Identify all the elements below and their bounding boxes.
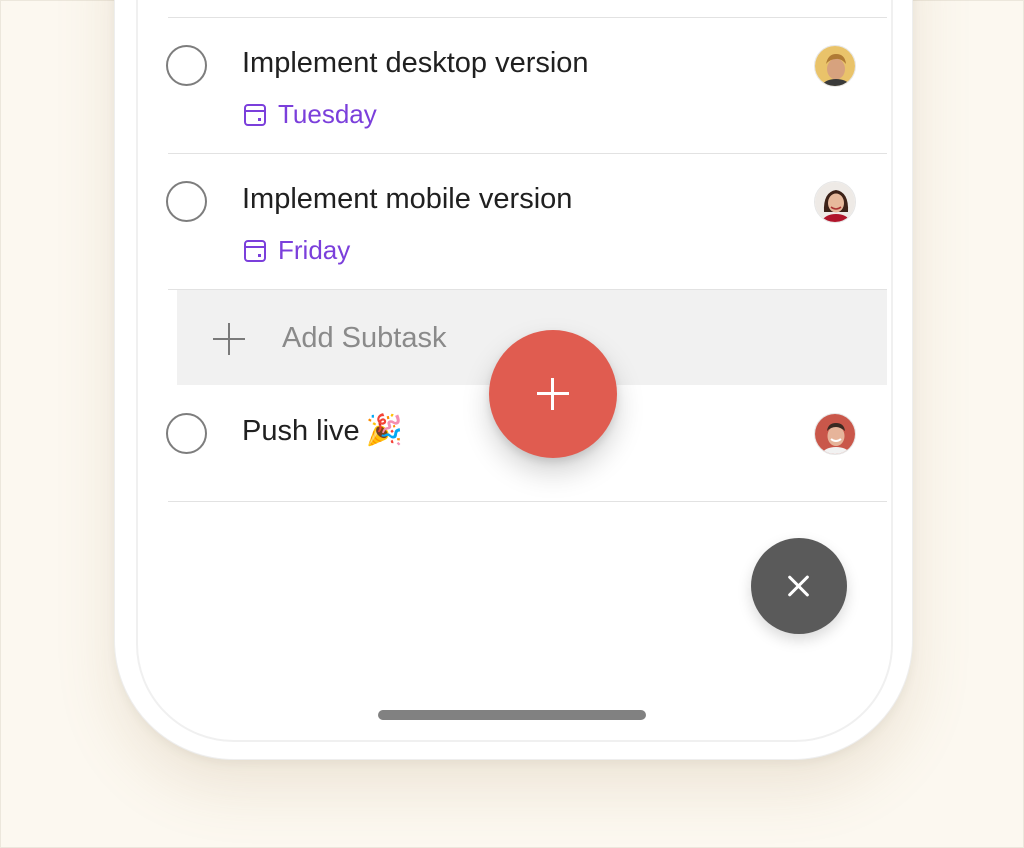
task-due-date[interactable]: Friday bbox=[244, 235, 350, 266]
plus-icon bbox=[213, 323, 245, 355]
task-title: Push live bbox=[242, 415, 360, 447]
list-divider bbox=[168, 153, 887, 154]
task-title-wrapper: Push live 🎉 bbox=[242, 413, 403, 448]
add-subtask-input[interactable]: Add Subtask bbox=[282, 322, 446, 355]
task-row[interactable]: Implement mobile version Friday bbox=[166, 181, 886, 271]
assignee-avatar[interactable] bbox=[814, 45, 856, 87]
task-row[interactable]: Implement desktop version Tuesday bbox=[166, 45, 886, 135]
close-button[interactable] bbox=[751, 538, 847, 634]
home-indicator[interactable] bbox=[378, 710, 646, 720]
task-checkbox[interactable] bbox=[166, 413, 207, 454]
task-checkbox[interactable] bbox=[166, 45, 207, 86]
add-task-button[interactable] bbox=[489, 330, 617, 458]
avatar-woman-dark-hair-icon bbox=[815, 182, 855, 222]
task-title: Implement mobile version bbox=[242, 183, 573, 215]
party-popper-icon: 🎉 bbox=[365, 414, 404, 447]
due-label: Tuesday bbox=[278, 99, 377, 129]
calendar-icon bbox=[244, 103, 266, 126]
list-divider bbox=[168, 17, 887, 18]
avatar-man-blond-icon bbox=[815, 46, 855, 86]
list-divider bbox=[168, 501, 887, 502]
assignee-avatar[interactable] bbox=[814, 181, 856, 223]
calendar-icon bbox=[244, 239, 266, 262]
due-label: Friday bbox=[278, 235, 351, 265]
task-due-date[interactable]: Tuesday bbox=[244, 99, 377, 130]
task-title: Implement desktop version bbox=[242, 47, 589, 79]
assignee-avatar[interactable] bbox=[814, 413, 856, 455]
avatar-man-smiling-icon bbox=[815, 414, 855, 454]
task-checkbox[interactable] bbox=[166, 181, 207, 222]
